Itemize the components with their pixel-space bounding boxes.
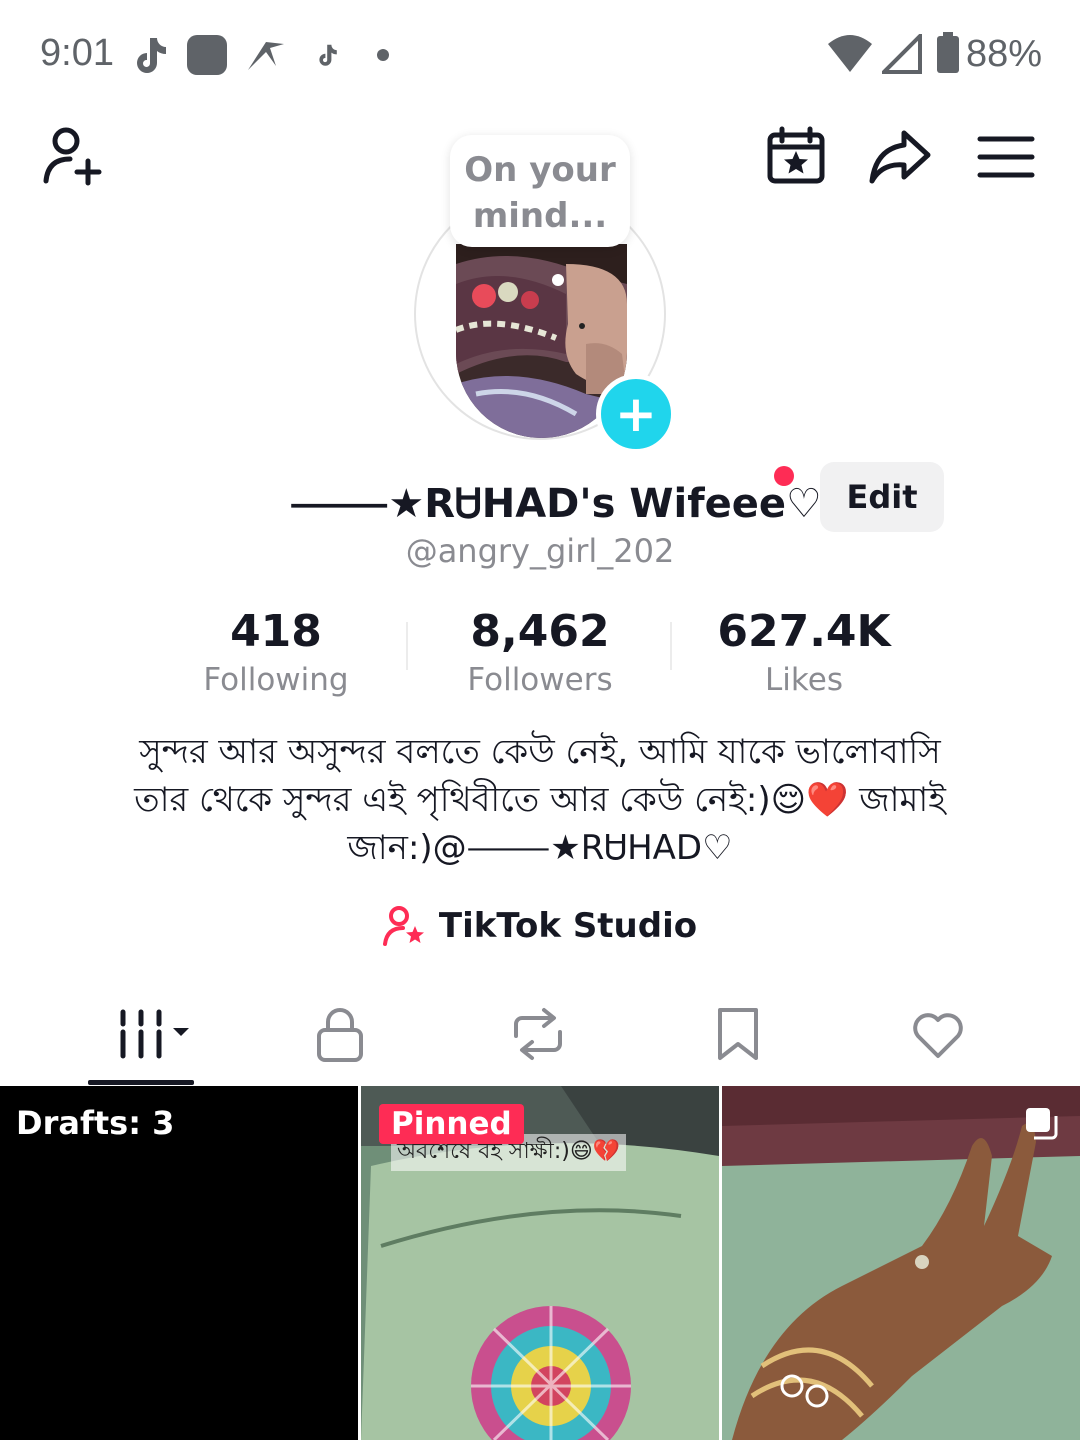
likes-label: Likes bbox=[765, 662, 843, 698]
menu-icon[interactable] bbox=[974, 125, 1038, 189]
bio-line: জান:)@⸻★RᏌHAD♡ bbox=[347, 828, 733, 868]
studio-label: TikTok Studio bbox=[438, 906, 698, 946]
pinned-badge: Pinned bbox=[379, 1104, 524, 1144]
tab-liked[interactable] bbox=[898, 1004, 978, 1064]
share-icon[interactable] bbox=[868, 125, 932, 189]
stat-divider bbox=[670, 622, 672, 670]
likes-stat[interactable]: 627.4K Likes bbox=[674, 604, 934, 700]
edit-profile-button[interactable]: Edit bbox=[820, 462, 944, 532]
notification-dot bbox=[774, 466, 794, 486]
battery-percent: 88% bbox=[966, 33, 1043, 75]
following-stat[interactable]: 418 Following bbox=[146, 604, 406, 700]
add-story-button[interactable]: + bbox=[596, 374, 676, 454]
on-your-mind-bubble[interactable]: On your mind... bbox=[450, 135, 630, 247]
videos-grid-icon bbox=[120, 1009, 189, 1059]
cellular-icon bbox=[882, 34, 922, 74]
heart-icon bbox=[913, 1013, 963, 1058]
signal-app-icon bbox=[248, 42, 284, 70]
battery-icon bbox=[937, 32, 959, 73]
app-square-icon bbox=[187, 35, 227, 75]
bio-line: সুন্দর আর অসুন্দর বলতে কেউ নেই, আমি যাকে… bbox=[139, 732, 941, 772]
bio: সুন্দর আর অসুন্দর বলতে কেউ নেই, আমি যাকে… bbox=[100, 728, 980, 872]
video-tile[interactable] bbox=[722, 1086, 1080, 1440]
display-name: ⸻★RᏌHAD's Wifeee♡ bbox=[290, 481, 822, 527]
following-count: 418 bbox=[230, 606, 322, 657]
tiktok-icon bbox=[137, 38, 166, 73]
followers-count: 8,462 bbox=[470, 606, 610, 657]
tab-favorites[interactable] bbox=[698, 1004, 778, 1064]
likes-count: 627.4K bbox=[717, 606, 891, 657]
active-tab-indicator bbox=[88, 1080, 194, 1085]
pinned-video-tile[interactable]: অবশেষে বই সাক্ষী:)😄💔 Pinned bbox=[361, 1086, 719, 1440]
stat-divider bbox=[406, 622, 408, 670]
tab-private[interactable] bbox=[300, 1004, 380, 1064]
add-friend-icon[interactable] bbox=[40, 125, 104, 189]
lock-icon bbox=[317, 1008, 363, 1062]
status-bar: 9:01 88% bbox=[0, 0, 1080, 110]
notification-dot-icon bbox=[377, 49, 389, 61]
status-time: 9:01 bbox=[40, 32, 114, 74]
tiktok-studio-link[interactable]: TikTok Studio bbox=[0, 904, 1080, 948]
drafts-tile[interactable]: Drafts: 3 bbox=[0, 1086, 358, 1440]
tab-videos-grid[interactable] bbox=[104, 1004, 194, 1064]
followers-label: Followers bbox=[467, 662, 613, 698]
username: @angry_girl_202 bbox=[405, 532, 675, 570]
tiktok-small-icon bbox=[319, 44, 337, 66]
calendar-star-icon[interactable] bbox=[764, 125, 828, 189]
repost-icon bbox=[514, 1008, 562, 1060]
multi-photo-icon bbox=[1026, 1108, 1058, 1140]
wifi-icon bbox=[828, 35, 872, 72]
bio-line: তার থেকে সুন্দর এই পৃথিবীতে আর কেউ নেই:)… bbox=[134, 780, 946, 820]
bookmark-icon bbox=[718, 1008, 758, 1060]
bubble-tail-dot bbox=[552, 274, 564, 286]
studio-user-star-icon bbox=[382, 906, 424, 946]
following-label: Following bbox=[203, 662, 349, 698]
followers-stat[interactable]: 8,462 Followers bbox=[410, 604, 670, 700]
tab-reposts[interactable] bbox=[498, 1004, 578, 1064]
drafts-label: Drafts: 3 bbox=[16, 1104, 175, 1142]
